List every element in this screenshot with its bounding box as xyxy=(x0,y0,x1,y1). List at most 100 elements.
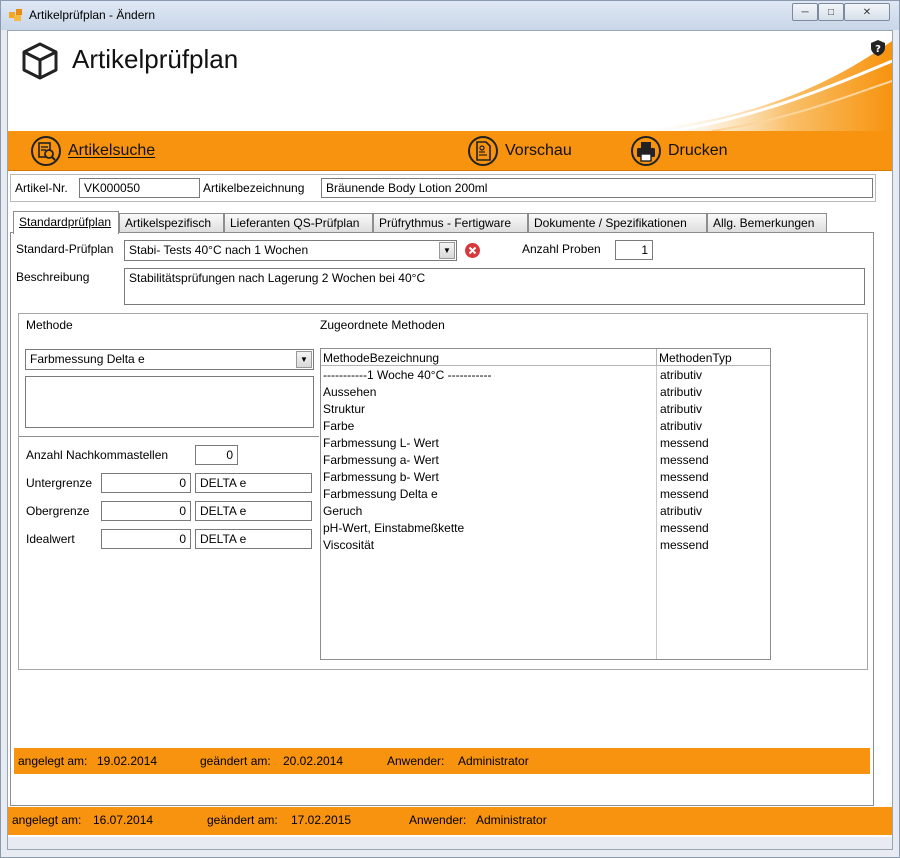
table-row[interactable]: Farbmessung Delta e messend xyxy=(321,486,770,503)
table-row[interactable]: Farbmessung L- Wert messend xyxy=(321,435,770,452)
lower-limit-unit-field[interactable]: DELTA e xyxy=(195,473,312,493)
method-select-value: Farbmessung Delta e xyxy=(30,352,145,366)
preview-label: Vorschau xyxy=(505,142,572,159)
ideal-value-label: Idealwert xyxy=(26,532,75,546)
shield-icon[interactable]: ? xyxy=(870,39,886,57)
ideal-value-unit-field[interactable]: DELTA e xyxy=(195,529,312,549)
samples-label: Anzahl Proben xyxy=(522,242,601,256)
article-name-field[interactable]: Bräunende Body Lotion 200ml xyxy=(321,178,873,198)
method-type-cell: messend xyxy=(660,436,709,450)
article-name-label: Artikelbezeichnung xyxy=(203,181,305,195)
upper-limit-label: Obergrenze xyxy=(26,504,90,518)
method-type-cell: atributiv xyxy=(660,368,703,382)
preview-button[interactable]: Vorschau xyxy=(467,135,572,167)
method-type-cell: messend xyxy=(660,470,709,484)
minimize-button[interactable]: ─ xyxy=(792,3,818,21)
method-notes-field[interactable] xyxy=(25,376,314,428)
description-field[interactable]: Stabilitätsprüfungen nach Lagerung 2 Woc… xyxy=(124,268,865,305)
method-name-cell: Farbmessung Delta e xyxy=(323,487,438,501)
created-label: angelegt am: xyxy=(18,754,88,768)
assigned-methods-list[interactable]: MethodeBezeichnung MethodenTyp ---------… xyxy=(320,348,771,660)
ideal-value-field[interactable]: 0 xyxy=(101,529,191,549)
standard-plan-select[interactable]: Stabi- Tests 40°C nach 1 Wochen ▼ xyxy=(124,240,457,261)
page-header: Artikelprüfplan ? xyxy=(8,31,892,131)
method-type-cell: messend xyxy=(660,538,709,552)
method-label: Methode xyxy=(26,318,73,332)
method-groupbox: Methode Zugeordnete Methoden Farbmessung… xyxy=(18,313,868,670)
article-search-button[interactable]: Artikelsuche xyxy=(30,135,155,167)
search-document-icon xyxy=(31,136,61,166)
samples-field[interactable]: 1 xyxy=(615,240,653,260)
tab-standardpruefplan[interactable]: Standardprüfplan xyxy=(13,211,119,234)
app-window: Artikelprüfplan - Ändern ─ □ ✕ Artikelpr… xyxy=(0,0,900,858)
standard-plan-label: Standard-Prüfplan xyxy=(16,242,114,256)
print-label: Drucken xyxy=(668,142,728,159)
maximize-button[interactable]: □ xyxy=(818,3,844,21)
method-type-cell: atributiv xyxy=(660,385,703,399)
method-name-cell: Farbmessung b- Wert xyxy=(323,470,439,484)
tab-label: Artikelspezifisch xyxy=(125,216,212,230)
column-header-method-type[interactable]: MethodenTyp xyxy=(657,349,769,366)
decimals-field[interactable]: 0 xyxy=(195,445,238,465)
table-row[interactable]: Farbmessung a- Wert messend xyxy=(321,452,770,469)
svg-text:?: ? xyxy=(875,44,881,55)
client-area: Artikelprüfplan ? Artikelsuche Vorschau … xyxy=(7,30,893,850)
cube-icon xyxy=(22,42,58,80)
app-icon xyxy=(9,9,22,21)
changed-label: geändert am: xyxy=(207,813,278,827)
lower-limit-field[interactable]: 0 xyxy=(101,473,191,493)
tab-artikelspezifisch[interactable]: Artikelspezifisch xyxy=(119,213,224,233)
chevron-down-icon[interactable]: ▼ xyxy=(439,242,455,259)
divider xyxy=(19,436,319,437)
method-name-cell: Geruch xyxy=(323,504,363,518)
created-date: 19.02.2014 xyxy=(97,754,158,768)
table-row[interactable]: Farbmessung b- Wert messend xyxy=(321,469,770,486)
plan-status-bar: angelegt am: 19.02.2014 geändert am: 20.… xyxy=(14,748,870,774)
upper-limit-unit-field[interactable]: DELTA e xyxy=(195,501,312,521)
chevron-down-icon[interactable]: ▼ xyxy=(296,351,312,368)
preview-document-icon xyxy=(468,136,498,166)
tab-pruefrythmus-fertigware[interactable]: Prüfrythmus - Fertigware xyxy=(373,213,528,233)
table-row[interactable]: pH-Wert, Einstabmeßkette messend xyxy=(321,520,770,537)
table-row[interactable]: Geruch atributiv xyxy=(321,503,770,520)
window-bottom-strip xyxy=(8,837,892,849)
method-type-cell: messend xyxy=(660,453,709,467)
upper-limit-field[interactable]: 0 xyxy=(101,501,191,521)
method-name-cell: -----------1 Woche 40°C ----------- xyxy=(323,368,492,382)
window-title: Artikelprüfplan - Ändern xyxy=(29,8,156,22)
table-row[interactable]: Farbe atributiv xyxy=(321,418,770,435)
method-name-cell: Farbe xyxy=(323,419,355,433)
created-date: 16.07.2014 xyxy=(93,813,154,827)
close-button[interactable]: ✕ xyxy=(844,3,890,21)
print-button[interactable]: Drucken xyxy=(630,135,728,167)
tab-allg-bemerkungen[interactable]: Allg. Bemerkungen xyxy=(707,213,827,233)
table-row[interactable]: Struktur atributiv xyxy=(321,401,770,418)
tab-dokumente-spezifikationen[interactable]: Dokumente / Spezifikationen xyxy=(528,213,707,233)
list-header: MethodeBezeichnung MethodenTyp xyxy=(321,349,770,366)
tab-lieferanten-qs-pruefplan[interactable]: Lieferanten QS-Prüfplan xyxy=(224,213,373,233)
description-label: Beschreibung xyxy=(16,270,90,284)
clear-selection-icon[interactable] xyxy=(464,242,481,259)
method-type-cell: atributiv xyxy=(660,419,703,433)
page-title: Artikelprüfplan xyxy=(72,44,239,74)
user-value: Administrator xyxy=(476,813,547,827)
tab-panel-standardpruefplan: Standard-Prüfplan Stabi- Tests 40°C nach… xyxy=(10,232,874,806)
tab-label: Dokumente / Spezifikationen xyxy=(534,216,687,230)
lower-limit-label: Untergrenze xyxy=(26,476,93,490)
method-name-cell: Farbmessung L- Wert xyxy=(323,436,439,450)
changed-date: 17.02.2015 xyxy=(291,813,352,827)
created-label: angelegt am: xyxy=(12,813,82,827)
table-row[interactable]: Aussehen atributiv xyxy=(321,384,770,401)
table-row[interactable]: -----------1 Woche 40°C ----------- atrib… xyxy=(321,367,770,384)
article-nr-field[interactable]: VK000050 xyxy=(79,178,200,198)
method-type-cell: messend xyxy=(660,521,709,535)
table-row[interactable]: Viscosität messend xyxy=(321,537,770,554)
user-label: Anwender: xyxy=(409,813,467,827)
article-header-row: Artikel-Nr. VK000050 Artikelbezeichnung … xyxy=(10,174,876,202)
column-header-method-name[interactable]: MethodeBezeichnung xyxy=(321,349,657,366)
tab-label: Standardprüfplan xyxy=(19,215,112,229)
article-search-label: Artikelsuche xyxy=(68,142,156,159)
method-select[interactable]: Farbmessung Delta e ▼ xyxy=(25,349,314,370)
user-value: Administrator xyxy=(458,754,529,768)
article-status-bar: angelegt am: 16.07.2014 geändert am: 17.… xyxy=(8,807,892,835)
